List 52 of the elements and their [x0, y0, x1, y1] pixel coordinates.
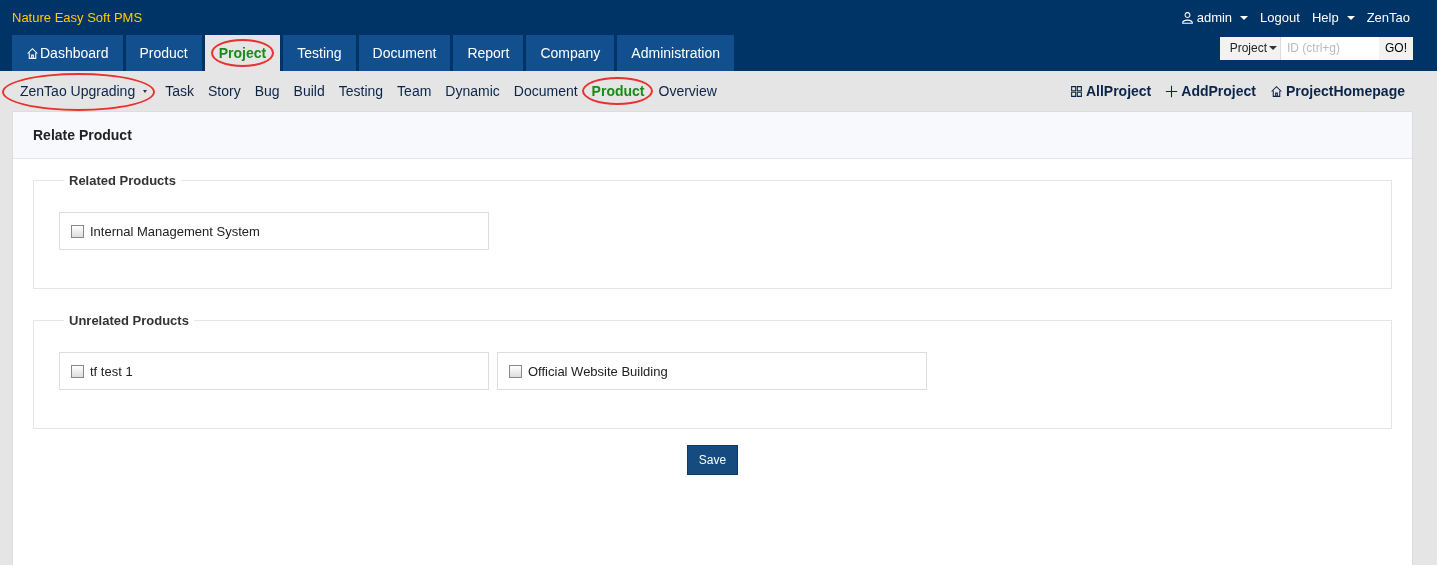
checkbox[interactable] — [509, 364, 522, 378]
nav-link[interactable]: Dynamic — [445, 83, 500, 99]
nav-link[interactable]: Logout — [1260, 10, 1300, 25]
plus-icon — [1165, 84, 1179, 98]
nav-tab[interactable]: Dashboard — [12, 35, 123, 71]
checkbox[interactable] — [71, 364, 84, 378]
action-link[interactable]: AllProject — [1069, 83, 1152, 99]
caret-icon — [1269, 46, 1277, 50]
user-menu[interactable]: admin — [1180, 10, 1249, 25]
caret-icon — [1240, 15, 1249, 20]
nav-link[interactable]: Team — [397, 83, 432, 99]
nav-link[interactable]: Document — [513, 83, 578, 99]
checkbox[interactable] — [71, 224, 84, 238]
user-icon — [1180, 11, 1194, 24]
nav-tab[interactable]: Document — [358, 35, 451, 71]
nav-tab[interactable]: Report — [453, 35, 524, 71]
nav-link[interactable]: Task — [165, 83, 194, 99]
option-label: Official Website Building — [528, 363, 668, 379]
go-button[interactable]: GO! — [1379, 36, 1413, 60]
scope-dropdown[interactable]: Project — [1219, 36, 1281, 60]
nav-link[interactable]: Overview — [658, 83, 717, 99]
save-button[interactable]: Save — [686, 445, 739, 475]
nav-link[interactable]: Product — [591, 83, 645, 99]
caret-icon — [143, 89, 148, 93]
nav-tab[interactable]: Project — [204, 35, 281, 71]
project-switcher[interactable]: ZenTao Upgrading — [8, 83, 152, 99]
home-icon — [26, 46, 39, 60]
nav-link[interactable]: Testing — [338, 83, 384, 99]
nav-tab[interactable]: Product — [125, 35, 202, 71]
home-icon — [1269, 84, 1283, 98]
caret-icon — [1346, 15, 1355, 20]
option-label: Internal Management System — [90, 223, 260, 239]
nav-link[interactable]: ZenTao — [1366, 10, 1410, 25]
grid-icon — [1069, 84, 1083, 98]
nav-link[interactable]: Story — [208, 83, 241, 99]
nav-tab[interactable]: Administration — [617, 35, 735, 71]
app-title: Nature Easy Soft PMS — [12, 10, 143, 25]
nav-tab[interactable]: Testing — [283, 35, 356, 71]
group-legend: Related Products — [64, 173, 181, 188]
action-link[interactable]: ProjectHomepage — [1269, 83, 1405, 99]
dropdown-menu[interactable]: Help — [1311, 10, 1355, 25]
checkbox-option[interactable]: Internal Management System — [59, 212, 489, 250]
nav-link[interactable]: Build — [293, 83, 325, 99]
nav-tab[interactable]: Company — [526, 35, 615, 71]
checkbox-option[interactable]: Official Website Building — [497, 352, 927, 390]
action-link[interactable]: AddProject — [1165, 83, 1256, 99]
option-label: tf test 1 — [90, 363, 133, 379]
panel-title: Relate Product — [33, 127, 132, 143]
nav-link[interactable]: Bug — [254, 83, 280, 99]
group-legend: Unrelated Products — [64, 313, 194, 328]
search-field[interactable]: ID (ctrl+g) — [1281, 36, 1379, 60]
checkbox-option[interactable]: tf test 1 — [59, 352, 489, 390]
